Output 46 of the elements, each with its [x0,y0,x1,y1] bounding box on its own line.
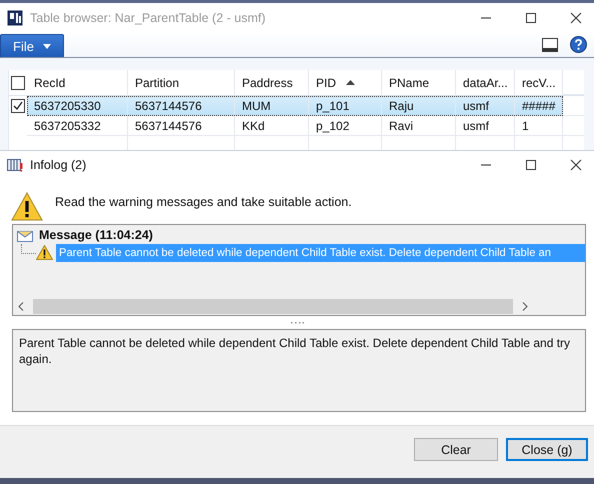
envelope-icon[interactable] [17,228,33,242]
table-cell: MUM [235,96,309,115]
help-icon[interactable] [570,36,587,53]
table-cell: 1 [515,116,563,135]
table-cell: 5637144576 [128,96,235,115]
table-cell: Raju [382,96,456,115]
splitter-handle-icon[interactable] [290,322,304,324]
warning-icon [11,192,43,221]
table-cell: usmf [456,96,515,115]
column-header[interactable]: RecId [27,70,128,95]
column-header[interactable]: PID [309,70,382,95]
app-icon [7,10,23,26]
table-cell: ##### [515,96,563,115]
table-cell: KKd [235,116,309,135]
table-row[interactable]: 5637205332 5637144576 KKd p_102 Ravi usmf 1 [27,116,563,136]
window-title: Infolog (2) [30,158,88,172]
table-cell: 5637144576 [128,116,235,135]
column-header[interactable]: recV... [515,70,563,95]
panel-icon[interactable] [542,38,558,52]
table-cell: 5637205332 [27,116,128,135]
dialog-button[interactable]: Clear [414,438,498,461]
file-menu-tab[interactable]: File [0,34,64,57]
checkbox[interactable] [11,76,25,90]
scrollbar-thumb[interactable] [33,299,513,314]
column-header[interactable]: Paddress [235,70,309,95]
caret-icon [42,44,51,48]
selected-row[interactable]: 5637205330 5637144576 MUM p_101 Raju usmf ##### [27,96,563,116]
scroll-right-icon[interactable] [522,302,528,311]
column-header[interactable]: Partition [128,70,235,95]
instruction-text: Read the warning messages and take suitable action. [55,195,352,209]
window-title: Table browser: Nar_ParentTable (2 - usmf) [30,10,267,24]
table-cell: 5637205330 [27,96,128,115]
table-cell: Ravi [382,116,456,135]
sort-arrow-icon [346,80,355,85]
message-detail: Parent Table cannot be deleted while dependent Child Table exist. Delete dependent Child Table and try again. [12,329,586,412]
column-header[interactable]: PName [382,70,456,95]
checkbox[interactable] [11,99,25,113]
dialog-button[interactable]: Close (g) [506,438,588,461]
infolog-icon [7,158,23,172]
column-header[interactable]: dataAr... [456,70,515,95]
table-cell: p_102 [309,116,382,135]
scroll-left-icon[interactable] [18,302,24,311]
warning-icon [36,245,53,260]
table-cell: p_101 [309,96,382,115]
tree-node[interactable]: Message (11:04:24) [39,228,153,242]
table-cell: usmf [456,116,515,135]
